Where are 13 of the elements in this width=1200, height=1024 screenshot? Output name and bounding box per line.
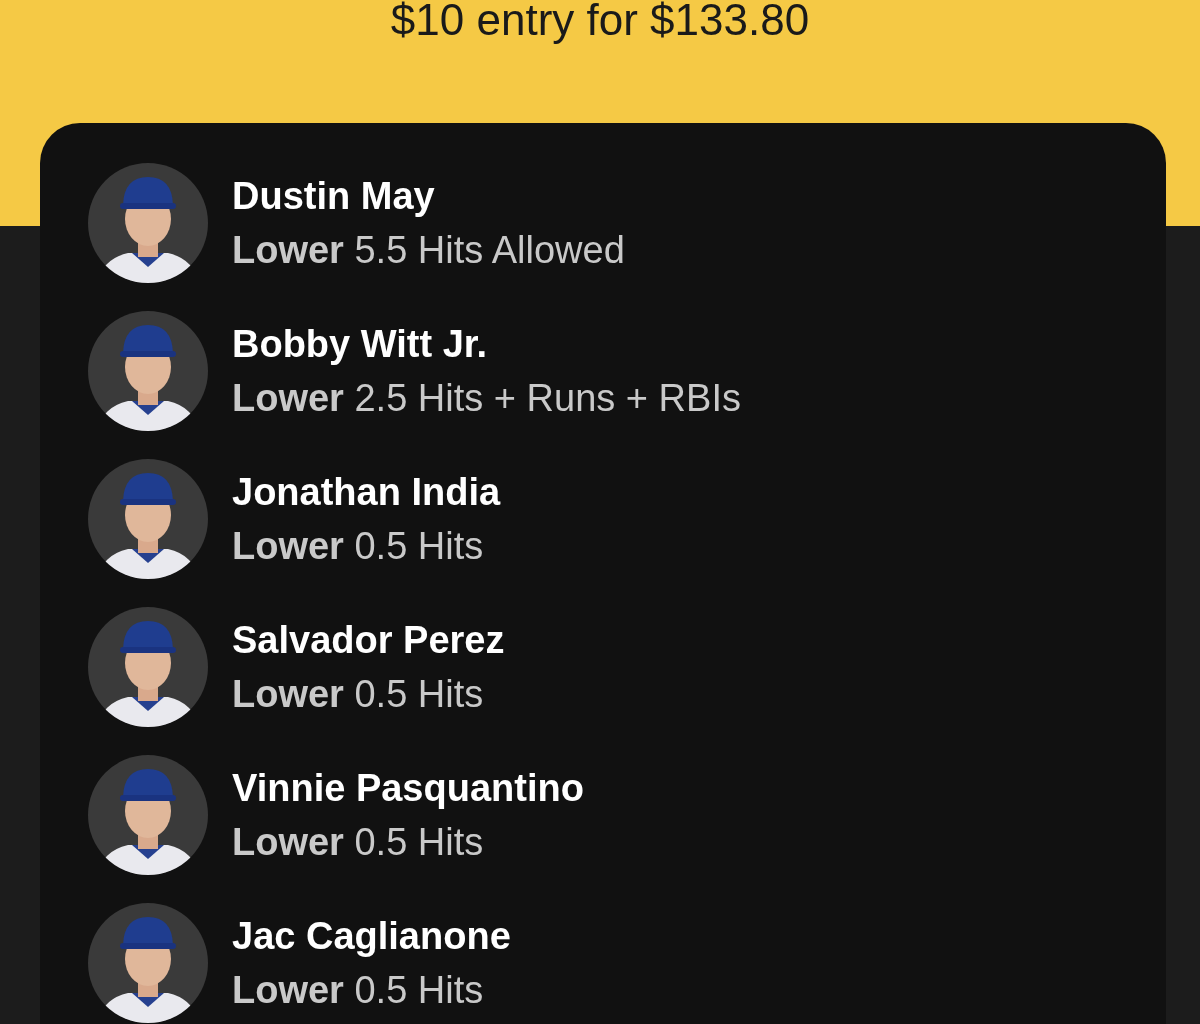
pick-line: Lower 0.5 Hits (232, 820, 485, 864)
pick-line: Lower 5.5 Hits Allowed (232, 228, 625, 272)
player-name: Dustin May (232, 174, 436, 218)
player-name: Jac Caglianone (232, 914, 511, 958)
player-name: Vinnie Pasquantino (232, 766, 584, 810)
pick-line: Lower 0.5 Hits (232, 672, 485, 716)
player-name: Jonathan India (232, 470, 501, 514)
player-name: Salvador Perez (232, 618, 505, 662)
player-name: Bobby Witt Jr. (232, 322, 489, 366)
pick-line: Lower 0.5 Hits (232, 968, 485, 1012)
pick-line: Lower 0.5 Hits (232, 524, 485, 568)
entry-summary: $10 entry for $133.80 (390, 0, 810, 42)
pick-line: Lower 2.5 Hits + Runs + RBIs (232, 376, 741, 420)
